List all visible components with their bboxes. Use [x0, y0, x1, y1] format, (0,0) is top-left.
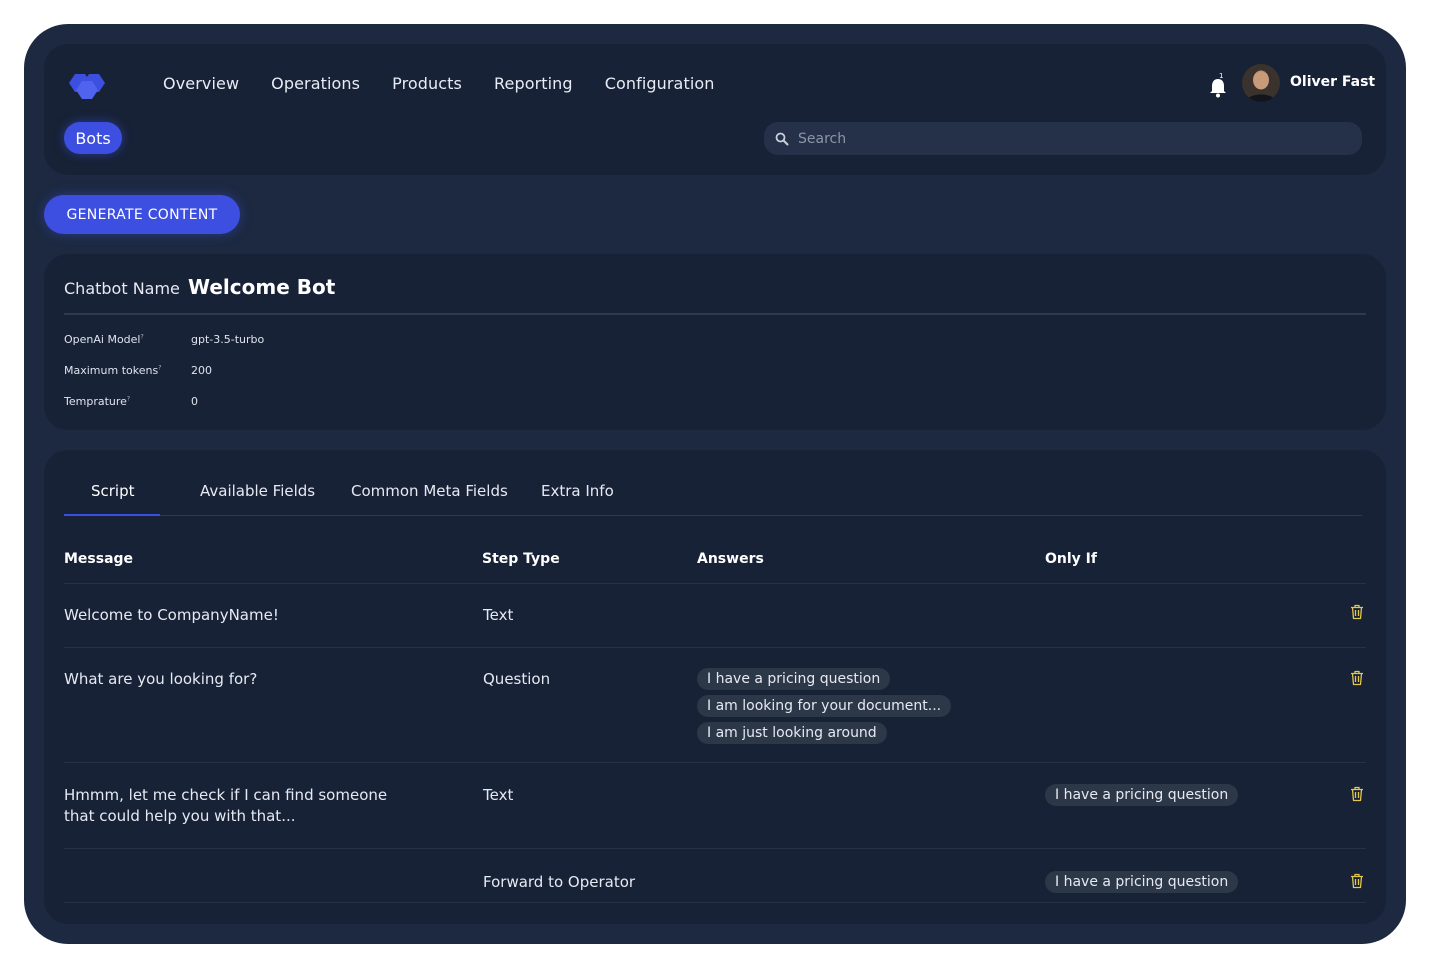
nav-operations[interactable]: Operations	[271, 73, 360, 95]
param-label: OpenAi Model	[64, 333, 141, 346]
help-icon[interactable]: ?	[140, 333, 143, 340]
answer-chip[interactable]: I am looking for your document...	[697, 695, 952, 717]
bell-icon[interactable]	[1206, 72, 1230, 100]
header-answers: Answers	[697, 551, 764, 567]
tab-common-meta-fields[interactable]: Common Meta Fields	[351, 482, 508, 500]
tab-bar: Script Available Fields Common Meta Fiel…	[64, 482, 1362, 516]
param-value[interactable]: gpt-3.5-turbo	[191, 333, 264, 346]
nav-products[interactable]: Products	[392, 73, 462, 95]
row-step-type: Text	[483, 786, 514, 804]
search-input[interactable]	[798, 130, 1338, 147]
row-step-type: Forward to Operator	[483, 873, 636, 891]
param-label: Temprature	[64, 395, 127, 408]
tab-available-fields[interactable]: Available Fields	[200, 482, 315, 500]
row-message: Welcome to CompanyName!	[64, 606, 279, 624]
divider	[64, 583, 1366, 584]
help-icon[interactable]: ?	[127, 395, 130, 402]
search-icon	[775, 132, 789, 145]
param-temperature: Temprature? 0	[64, 395, 198, 408]
param-openai-model: OpenAi Model? gpt-3.5-turbo	[64, 333, 264, 346]
nav-overview[interactable]: Overview	[163, 73, 239, 95]
bots-tab[interactable]: Bots	[64, 122, 122, 154]
row-message: Hmmm, let me check if I can find someone…	[64, 786, 388, 825]
only-if-list: I have a pricing question	[1045, 784, 1239, 811]
trash-icon[interactable]	[1350, 670, 1364, 686]
brand-logo[interactable]	[64, 70, 110, 100]
answers-list: I have a pricing question I am looking f…	[697, 668, 952, 749]
top-header: Overview Operations Products Reporting C…	[44, 44, 1386, 175]
divider	[64, 762, 1366, 763]
row-message: What are you looking for?	[64, 670, 258, 688]
header-step-type: Step Type	[482, 551, 560, 567]
active-tab-indicator	[64, 514, 160, 516]
divider	[64, 647, 1366, 648]
main-nav: Overview Operations Products Reporting C…	[163, 73, 747, 95]
param-value[interactable]: 0	[191, 395, 198, 408]
chatbot-name-value[interactable]: Welcome Bot	[188, 275, 335, 299]
user-name[interactable]: Oliver Fast	[1290, 74, 1375, 90]
header-only-if: Only If	[1045, 551, 1097, 567]
script-card: Script Available Fields Common Meta Fiel…	[44, 450, 1386, 924]
trash-icon[interactable]	[1350, 873, 1364, 889]
param-label: Maximum tokens	[64, 364, 159, 377]
only-if-chip[interactable]: I have a pricing question	[1045, 784, 1239, 806]
trash-icon[interactable]	[1350, 604, 1364, 620]
help-icon[interactable]: ?	[158, 364, 161, 371]
generate-content-button[interactable]: GENERATE CONTENT	[44, 195, 240, 234]
divider	[64, 313, 1366, 315]
divider	[64, 902, 1366, 903]
nav-configuration[interactable]: Configuration	[605, 73, 715, 95]
app-frame: Overview Operations Products Reporting C…	[24, 24, 1406, 944]
only-if-list: I have a pricing question	[1045, 871, 1239, 898]
param-value[interactable]: 200	[191, 364, 212, 377]
avatar[interactable]	[1242, 64, 1280, 102]
chatbot-name-label: Chatbot Name	[64, 279, 180, 298]
tab-extra-info[interactable]: Extra Info	[541, 482, 614, 500]
nav-reporting[interactable]: Reporting	[494, 73, 573, 95]
param-max-tokens: Maximum tokens? 200	[64, 364, 212, 377]
notification-count: 1	[1219, 72, 1224, 80]
divider	[64, 848, 1366, 849]
bot-info-card: Chatbot Name Welcome Bot OpenAi Model? gp…	[44, 254, 1386, 430]
row-step-type: Text	[483, 606, 514, 624]
only-if-chip[interactable]: I have a pricing question	[1045, 871, 1239, 893]
answer-chip[interactable]: I have a pricing question	[697, 668, 891, 690]
row-step-type: Question	[483, 670, 551, 688]
tab-script[interactable]: Script	[91, 482, 135, 500]
header-message: Message	[64, 551, 134, 567]
search-bar	[764, 122, 1362, 155]
answer-chip[interactable]: I am just looking around	[697, 722, 887, 744]
trash-icon[interactable]	[1350, 786, 1364, 802]
